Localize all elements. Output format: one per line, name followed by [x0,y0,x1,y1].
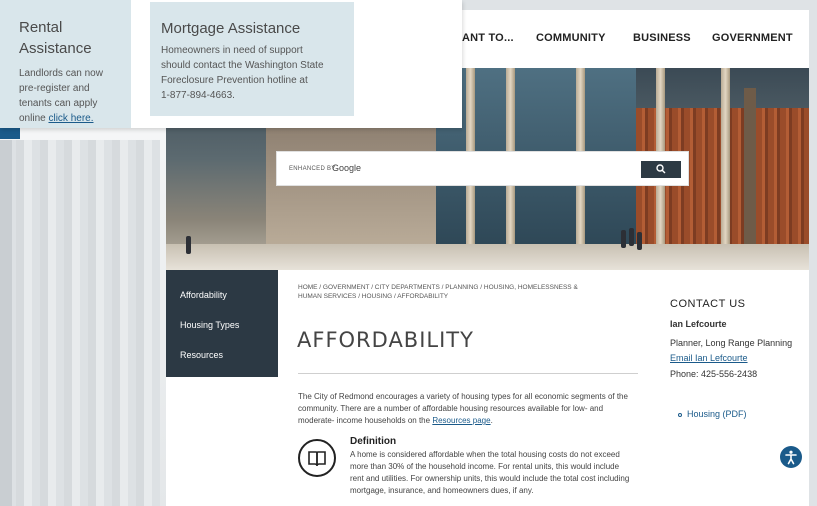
nav-item-i-want-to[interactable]: ANT TO... [462,32,514,44]
intro-text-end: . [490,416,493,425]
rental-text-line1: Landlords can now [19,68,103,79]
page-title: AFFORDABILITY [297,328,474,352]
sidebar-nav: Affordability Housing Types Resources [166,270,278,377]
nav-item-business[interactable]: BUSINESS [633,32,691,44]
contact-role: Planner, Long Range Planning [670,338,793,348]
mortgage-title: Mortgage Assistance [161,20,301,37]
hero-person [186,236,191,254]
rental-text-line4: online click here. [19,111,94,126]
nav-item-community[interactable]: COMMUNITY [536,32,606,44]
title-divider [298,373,638,374]
hero-column [721,68,730,248]
rental-title-line1: Rental [19,19,63,36]
rental-click-here-link[interactable]: click here. [48,113,93,124]
mortgage-text-line1: Homeowners in need of support [161,45,303,56]
rental-title-line2: Assistance [19,40,92,57]
definition-title: Definition [350,436,397,447]
contact-title: CONTACT US [670,298,746,310]
mortgage-text-line4: 1-877-894-4663. [161,90,235,101]
rental-assistance-card: Rental Assistance Landlords can now pre-… [0,0,131,128]
sidebar-item-resources[interactable]: Resources [180,350,223,360]
sidebar-item-housing-types[interactable]: Housing Types [180,320,239,330]
housing-pdf-label: Housing (PDF) [687,409,747,419]
mortgage-text-line3: Foreclosure Prevention hotline at [161,75,308,86]
search-box: ENHANCED BY Google [276,151,689,186]
definition-text: A home is considered affordable when the… [350,450,630,495]
search-input[interactable] [287,162,627,178]
rental-text-online: online [19,113,46,124]
search-button[interactable] [641,161,681,178]
hero-person [637,232,642,250]
hero-person [629,228,634,246]
housing-pdf-link[interactable]: Housing (PDF) [678,409,747,419]
hero-plaza [166,244,809,270]
hero-person [621,230,626,248]
breadcrumb[interactable]: HOME / GOVERNMENT / CITY DEPARTMENTS / P… [298,283,598,301]
contact-name: Ian Lefcourte [670,319,727,329]
assistance-overlay: Rental Assistance Landlords can now pre-… [0,0,462,128]
hero-tree [744,88,756,248]
sidebar-item-affordability[interactable]: Affordability [180,290,227,300]
mortgage-text-line2: should contact the Washington State [161,60,324,71]
book-icon [298,439,336,477]
mortgage-assistance-card: Mortgage Assistance Homeowners in need o… [150,2,354,116]
nav-item-government[interactable]: GOVERNMENT [712,32,793,44]
rental-text-line3: tenants can apply [19,98,98,109]
bullet-icon [678,412,682,417]
backdrop-edge [0,140,12,506]
resources-page-link[interactable]: Resources page [432,416,490,425]
intro-paragraph: The City of Redmond encourages a variety… [298,391,633,427]
contact-email-link[interactable]: Email Ian Lefcourte [670,353,748,363]
backdrop-column [0,140,160,506]
search-icon [656,164,666,174]
accessibility-icon [785,450,797,465]
contact-phone: Phone: 425-556-2438 [670,369,758,379]
rental-text-line2: pre-register and [19,83,90,94]
accessibility-button[interactable] [780,446,802,468]
